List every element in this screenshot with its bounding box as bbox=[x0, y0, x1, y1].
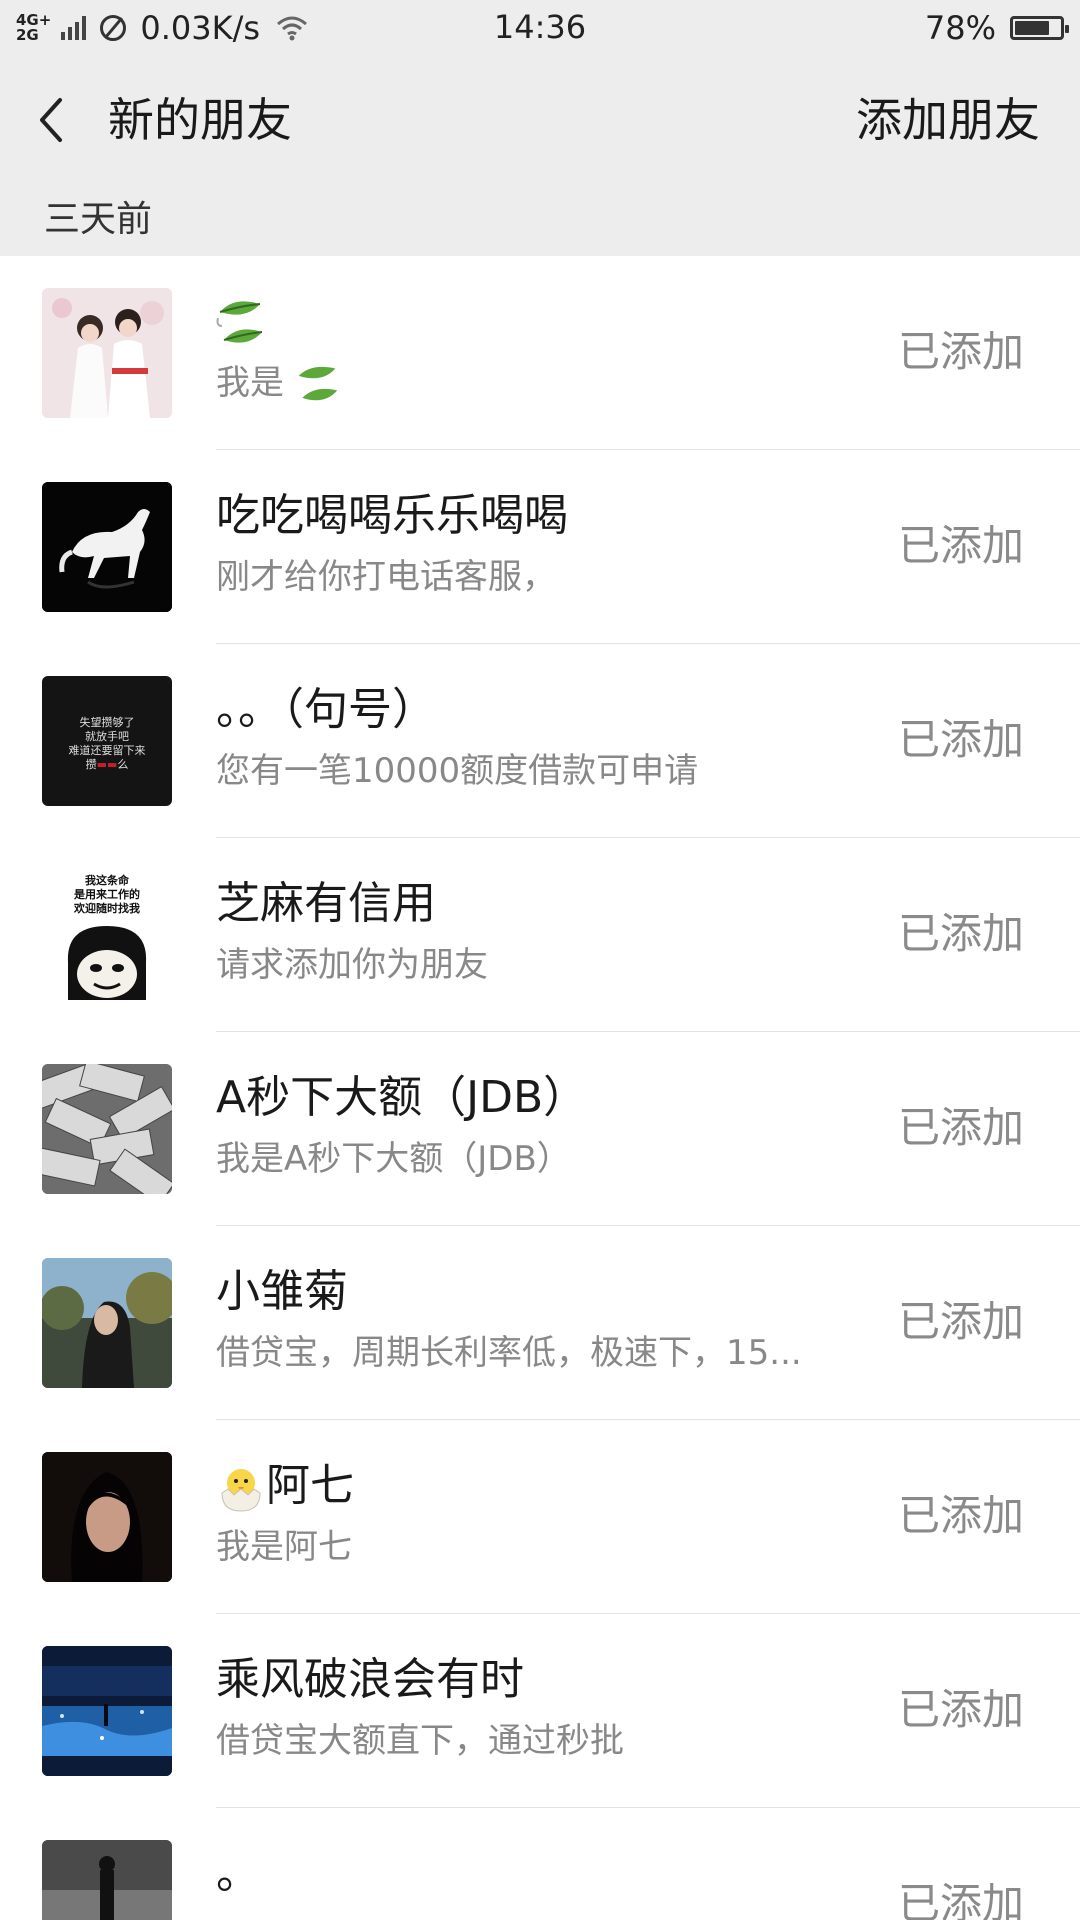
friend-name: 乘风破浪会有时 bbox=[216, 1654, 524, 1705]
leaf-emoji-icon bbox=[216, 301, 263, 343]
added-status: 已添加 bbox=[897, 715, 1024, 764]
avatar bbox=[42, 1646, 172, 1776]
friend-message: 刚才给你打电话客服， bbox=[216, 557, 556, 597]
friend-message-text: 我是 bbox=[216, 363, 284, 403]
friend-name: 。 bbox=[216, 1848, 260, 1899]
friend-name: 芝麻有信用 bbox=[216, 878, 436, 929]
friend-message: 我是阿七 bbox=[216, 1527, 352, 1567]
added-status: 已添加 bbox=[897, 1103, 1024, 1152]
list-item[interactable]: 失望攒够了 就放手吧 难道还要留下来 攒▬▬么 。。（句号） 您有一笔10000… bbox=[0, 644, 1080, 838]
nav-bar: 新的朋友 添加朋友 bbox=[0, 56, 1080, 184]
battery-icon bbox=[1010, 16, 1069, 40]
added-status: 已添加 bbox=[897, 1491, 1024, 1540]
friend-message: 借贷宝大额直下，通过秒批 bbox=[216, 1721, 624, 1761]
friend-request-list: 我是 已添加 吃吃喝喝乐乐喝喝 刚才给你打电话客服， 已添加 失望攒够了 就放手… bbox=[0, 256, 1080, 1920]
friend-name: A秒下大额（JDB） bbox=[216, 1072, 588, 1123]
avatar-money-image bbox=[42, 1064, 172, 1194]
friend-name-text: 阿七 bbox=[266, 1460, 354, 1511]
list-item[interactable]: 阿七 我是阿七 已添加 bbox=[0, 1420, 1080, 1614]
added-status: 已添加 bbox=[897, 521, 1024, 570]
avatar-caption: 我这条命 是用来工作的 欢迎随时找我 bbox=[74, 874, 140, 915]
list-item[interactable]: A秒下大额（JDB） 我是A秒下大额（JDB） 已添加 bbox=[0, 1032, 1080, 1226]
list-item[interactable]: 吃吃喝喝乐乐喝喝 刚才给你打电话客服， 已添加 bbox=[0, 450, 1080, 644]
friend-message: 您有一笔10000额度借款可申请 bbox=[216, 751, 699, 791]
avatar-blue-night-image bbox=[42, 1646, 172, 1776]
back-button[interactable] bbox=[30, 90, 82, 150]
page-title: 新的朋友 bbox=[108, 93, 292, 147]
added-status: 已添加 bbox=[897, 327, 1024, 376]
avatar-street-image bbox=[42, 1840, 172, 1920]
friend-name: 。。（句号） bbox=[216, 684, 436, 735]
meme-face-icon bbox=[67, 926, 147, 1000]
list-item[interactable]: 小雏菊 借贷宝，周期长利率低，极速下，15... 已添加 bbox=[0, 1226, 1080, 1420]
added-status: 已添加 bbox=[897, 1685, 1024, 1734]
list-item[interactable]: 乘风破浪会有时 借贷宝大额直下，通过秒批 已添加 bbox=[0, 1614, 1080, 1808]
avatar bbox=[42, 1452, 172, 1582]
avatar: 我这条命 是用来工作的 欢迎随时找我 bbox=[42, 870, 172, 1000]
list-item[interactable]: 我这条命 是用来工作的 欢迎随时找我 芝麻有信用 请求添加你为朋友 已添加 bbox=[0, 838, 1080, 1032]
clock: 14:36 bbox=[493, 8, 587, 46]
section-header: 三天前 bbox=[0, 184, 1080, 256]
avatar bbox=[42, 288, 172, 418]
avatar-couple-image bbox=[42, 288, 172, 418]
friend-message: 借贷宝，周期长利率低，极速下，15... bbox=[216, 1333, 802, 1373]
friend-message: 我是 bbox=[216, 360, 856, 407]
avatar: 失望攒够了 就放手吧 难道还要留下来 攒▬▬么 bbox=[42, 676, 172, 806]
new-friends-screen: 4G+ 2G 0.03K/s 14:36 78% 新的朋友 添加朋友 三天前 我… bbox=[0, 0, 1080, 1920]
list-item[interactable]: 。 已添加 bbox=[0, 1808, 1080, 1920]
list-item[interactable]: 我是 已添加 bbox=[0, 256, 1080, 450]
leaf-emoji-icon bbox=[298, 366, 337, 400]
avatar bbox=[42, 482, 172, 612]
status-bar: 4G+ 2G 0.03K/s 14:36 78% bbox=[0, 0, 1080, 56]
friend-name bbox=[216, 294, 264, 352]
chevron-left-icon bbox=[40, 98, 62, 142]
chick-emoji-icon bbox=[221, 1469, 261, 1512]
add-friend-button[interactable]: 添加朋友 bbox=[856, 90, 1040, 150]
added-status: 已添加 bbox=[897, 1297, 1024, 1346]
avatar-girl-dark-image bbox=[42, 1452, 172, 1582]
battery-percent: 78% bbox=[924, 9, 996, 47]
section-header-label: 三天前 bbox=[44, 199, 153, 240]
avatar-caption: 失望攒够了 就放手吧 难道还要留下来 攒▬▬么 bbox=[68, 716, 146, 771]
avatar-girl-outdoor-image bbox=[42, 1258, 172, 1388]
status-bar-right: 78% bbox=[924, 8, 1069, 48]
friend-message: 请求添加你为朋友 bbox=[216, 945, 488, 985]
added-status: 已添加 bbox=[897, 1879, 1024, 1920]
avatar-horse-image bbox=[42, 482, 172, 612]
friend-name: 阿七 bbox=[216, 1458, 354, 1514]
friend-name: 吃吃喝喝乐乐喝喝 bbox=[216, 490, 568, 541]
avatar bbox=[42, 1064, 172, 1194]
friend-message: 我是A秒下大额（JDB） bbox=[216, 1139, 571, 1179]
battery-fill bbox=[1015, 21, 1049, 35]
avatar bbox=[42, 1258, 172, 1388]
added-status: 已添加 bbox=[897, 909, 1024, 958]
friend-name: 小雏菊 bbox=[216, 1266, 348, 1317]
avatar bbox=[42, 1840, 172, 1920]
